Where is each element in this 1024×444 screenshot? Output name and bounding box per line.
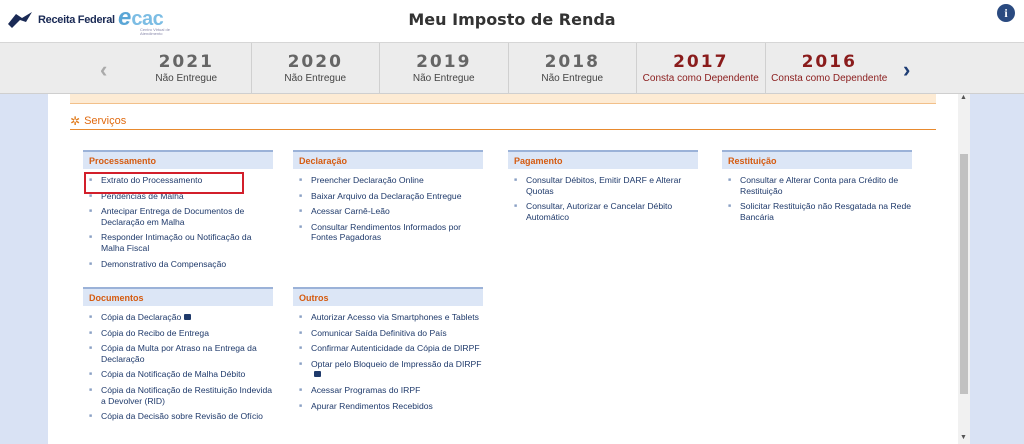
year-selector-bar: ‹ 2021 Não Entregue 2020 Não Entregue 20… [0, 42, 1024, 95]
link-acessar-programas[interactable]: Acessar Programas do IRPF [293, 385, 483, 396]
link-copia-malha-debito[interactable]: Cópia da Notificação de Malha Débito [83, 369, 273, 380]
year-label: 2016 [801, 52, 857, 72]
pagamento-box: Pagamento Consultar Débitos, Emitir DARF… [508, 150, 698, 227]
year-tab-2019[interactable]: 2019 Não Entregue [379, 43, 508, 95]
link-bloqueio-impressao[interactable]: Optar pelo Bloqueio de Impressão da DIRP… [293, 359, 483, 380]
link-comunicar-saida[interactable]: Comunicar Saída Definitiva do País [293, 328, 483, 339]
year-label: 2018 [544, 52, 600, 72]
link-consultar-rendimentos[interactable]: Consultar Rendimentos Informados por Fon… [293, 222, 483, 243]
link-autorizar-acesso[interactable]: Autorizar Acesso via Smartphones e Table… [293, 312, 483, 323]
outros-header: Outros [293, 287, 483, 306]
processamento-header: Processamento [83, 150, 273, 169]
documentos-header: Documentos [83, 287, 273, 306]
restituicao-header: Restituição [722, 150, 912, 169]
link-copia-declaracao[interactable]: Cópia da Declaração [83, 312, 273, 323]
declaracao-header: Declaração [293, 150, 483, 169]
year-tab-2016[interactable]: 2016 Consta como Dependente [764, 43, 894, 95]
ecac-subtitle: Centro Virtual de Atendimento [140, 27, 170, 36]
scrollbar[interactable]: ▲ ▼ [958, 94, 970, 444]
link-antecipar-entrega[interactable]: Antecipar Entrega de Documentos de Decla… [83, 206, 273, 227]
year-label: 2019 [416, 52, 472, 72]
info-icon[interactable]: i [997, 4, 1015, 22]
year-label: 2021 [158, 52, 214, 72]
year-status: Consta como Dependente [771, 73, 888, 84]
lock-icon [314, 371, 321, 378]
content-panel: ✲ Serviços Processamento Extrato do Proc… [48, 94, 958, 444]
year-label: 2020 [287, 52, 343, 72]
link-debito-automatico[interactable]: Consultar, Autorizar e Cancelar Débito A… [508, 201, 698, 222]
link-apurar-rendimentos[interactable]: Apurar Rendimentos Recebidos [293, 401, 483, 412]
link-consultar-debitos[interactable]: Consultar Débitos, Emitir DARF e Alterar… [508, 175, 698, 196]
year-tab-2021[interactable]: 2021 Não Entregue [122, 43, 251, 95]
link-label: Optar pelo Bloqueio de Impressão da DIRP… [311, 358, 482, 369]
page-background: ✲ Serviços Processamento Extrato do Proc… [0, 94, 1024, 444]
scroll-down-icon[interactable]: ▼ [960, 434, 967, 441]
year-status: Não Entregue [284, 73, 347, 84]
link-demonstrativo-compensacao[interactable]: Demonstrativo da Compensação [83, 259, 273, 270]
link-carne-leao[interactable]: Acessar Carnê-Leão [293, 206, 483, 217]
year-status: Não Entregue [412, 73, 475, 84]
link-alterar-conta[interactable]: Consultar e Alterar Conta para Crédito d… [722, 175, 912, 196]
documentos-box: Documentos Cópia da Declaração Cópia do … [83, 287, 273, 427]
services-title: Serviços [84, 115, 127, 127]
link-responder-intimacao[interactable]: Responder Intimação ou Notificação da Ma… [83, 232, 273, 253]
pagamento-header: Pagamento [508, 150, 698, 169]
year-tab-2020[interactable]: 2020 Não Entregue [250, 43, 380, 95]
services-header: ✲ Serviços [70, 113, 936, 130]
scroll-up-icon[interactable]: ▲ [960, 94, 967, 101]
highlight-box [84, 172, 244, 194]
top-input-field[interactable] [784, 27, 1018, 41]
link-copia-recibo[interactable]: Cópia do Recibo de Entrega [83, 328, 273, 339]
year-tabs: 2021 Não Entregue 2020 Não Entregue 2019… [122, 43, 893, 95]
processamento-box: Processamento Extrato do Processamento P… [83, 150, 273, 274]
year-status: Não Entregue [155, 73, 218, 84]
year-status: Não Entregue [541, 73, 604, 84]
link-copia-revisao-oficio[interactable]: Cópia da Decisão sobre Revisão de Ofício [83, 411, 273, 422]
year-tab-2017[interactable]: 2017 Consta como Dependente [636, 43, 765, 95]
restituicao-box: Restituição Consultar e Alterar Conta pa… [722, 150, 912, 227]
chevron-right-icon[interactable]: › [903, 57, 910, 83]
year-tab-2018[interactable]: 2018 Não Entregue [507, 43, 637, 95]
lock-icon [184, 313, 192, 320]
link-preencher-declaracao[interactable]: Preencher Declaração Online [293, 175, 483, 186]
year-status: Consta como Dependente [642, 73, 759, 84]
link-copia-rid[interactable]: Cópia da Notificação de Restituição Inde… [83, 385, 273, 406]
declaracao-box: Declaração Preencher Declaração Online B… [293, 150, 483, 248]
chevron-left-icon[interactable]: ‹ [100, 57, 107, 83]
gear-icon: ✲ [70, 114, 81, 128]
link-confirmar-autenticidade[interactable]: Confirmar Autenticidade da Cópia de DIRP… [293, 343, 483, 354]
link-label: Cópia da Declaração [101, 312, 182, 322]
top-bar: Receita Federal e cac Centro Virtual de … [0, 0, 1024, 42]
year-label: 2017 [673, 52, 729, 72]
outros-box: Outros Autorizar Acesso via Smartphones … [293, 287, 483, 416]
link-solicitar-restituicao[interactable]: Solicitar Restituição não Resgatada na R… [722, 201, 912, 222]
scrollbar-thumb[interactable] [960, 154, 968, 394]
link-baixar-arquivo[interactable]: Baixar Arquivo da Declaração Entregue [293, 191, 483, 202]
alert-strip [70, 94, 936, 104]
link-copia-multa[interactable]: Cópia da Multa por Atraso na Entrega da … [83, 343, 273, 364]
